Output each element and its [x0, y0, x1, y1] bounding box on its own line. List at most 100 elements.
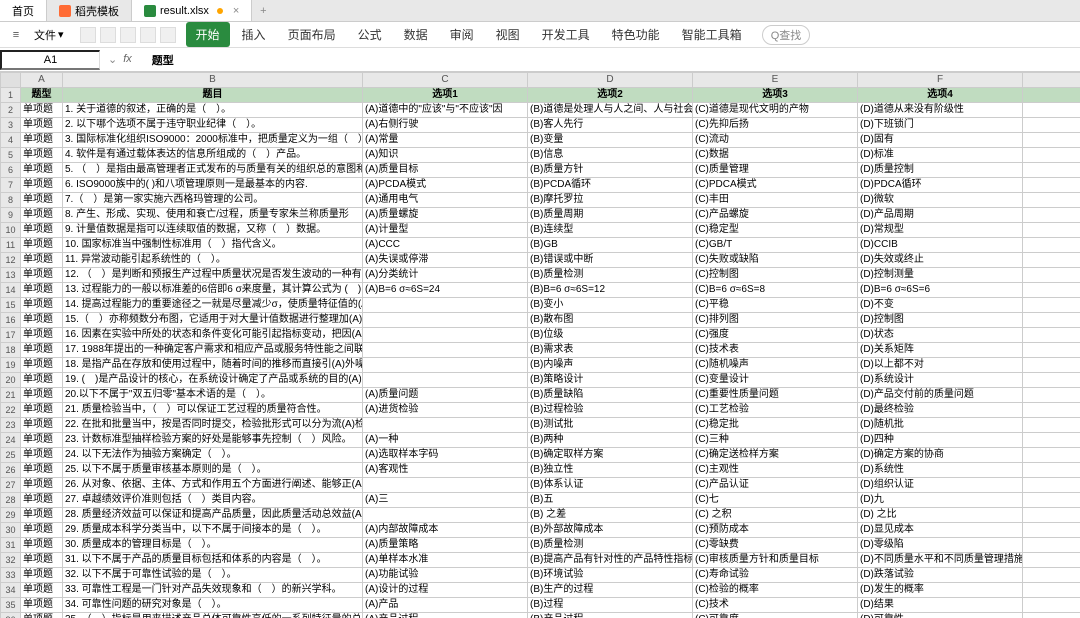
cell[interactable]: (B)错误或中断	[528, 253, 693, 268]
cell[interactable]	[363, 328, 528, 343]
cell[interactable]	[1023, 523, 1080, 538]
cell[interactable]: (C)质量管理	[693, 163, 858, 178]
row-header[interactable]: 13	[1, 268, 21, 283]
row-header[interactable]: 6	[1, 163, 21, 178]
cell[interactable]	[1023, 448, 1080, 463]
cell[interactable]: (B)两种	[528, 433, 693, 448]
cell[interactable]: (C)零缺费	[693, 538, 858, 553]
cell[interactable]: (C)稳定型	[693, 223, 858, 238]
cell[interactable]	[1023, 613, 1080, 618]
row-header[interactable]: 2	[1, 103, 21, 118]
cell[interactable]: 单项题	[21, 283, 63, 298]
row-header[interactable]: 36	[1, 613, 21, 618]
cell[interactable]: (A)右侧行驶	[363, 118, 528, 133]
cell[interactable]: (C)稳定批	[693, 418, 858, 433]
cell[interactable]: 单项题	[21, 463, 63, 478]
cell[interactable]: (C)强度	[693, 328, 858, 343]
cell[interactable]: 单项题	[21, 613, 63, 618]
fx-dropdown-icon[interactable]: ⌄	[108, 53, 117, 66]
cell[interactable]: (B)质量检测	[528, 538, 693, 553]
cell[interactable]: (D)可靠性	[858, 613, 1023, 618]
cell[interactable]: (C)预防成本	[693, 523, 858, 538]
cell[interactable]: 21. 质量检验当中，（ ）可以保证工艺过程的质量符合性。	[63, 403, 363, 418]
cell[interactable]: (B)提高产品有针对性的产品特性指标	[528, 553, 693, 568]
close-icon[interactable]: ×	[233, 5, 239, 17]
cell[interactable]: (D)标准	[858, 148, 1023, 163]
cell[interactable]: 23. 计数标准型抽样检验方案的好处是能够事先控制（ ）风险。	[63, 433, 363, 448]
cell[interactable]	[1023, 148, 1080, 163]
cell[interactable]	[1023, 403, 1080, 418]
cell[interactable]	[1023, 328, 1080, 343]
cell[interactable]	[1023, 208, 1080, 223]
cell[interactable]	[1023, 538, 1080, 553]
cell[interactable]: 单项题	[21, 223, 63, 238]
cell[interactable]: (A)一种	[363, 433, 528, 448]
cell[interactable]: (C)确定送检样方案	[693, 448, 858, 463]
cell[interactable]: (C)控制图	[693, 268, 858, 283]
cell[interactable]: (A)知识	[363, 148, 528, 163]
menu-features[interactable]: 特色功能	[602, 22, 670, 47]
cell[interactable]	[1023, 568, 1080, 583]
cell[interactable]	[1023, 268, 1080, 283]
cell[interactable]	[1023, 163, 1080, 178]
cell[interactable]	[1023, 118, 1080, 133]
cell[interactable]: (A)失误或停滞	[363, 253, 528, 268]
cell[interactable]: (C)寿命试验	[693, 568, 858, 583]
cell[interactable]: (B)GB	[528, 238, 693, 253]
cell[interactable]: 单项题	[21, 598, 63, 613]
header-cell[interactable]: 选项5	[1023, 88, 1080, 103]
cell[interactable]: (D)产品周期	[858, 208, 1023, 223]
cell[interactable]: (A)客观性	[363, 463, 528, 478]
cell[interactable]: 单项题	[21, 313, 63, 328]
cell[interactable]: (B)信息	[528, 148, 693, 163]
cell[interactable]: (C)检验的概率	[693, 583, 858, 598]
cell[interactable]: 18. 是指产品在存放和使用过程中，随着时间的推移而直接引(A)外噪声	[63, 358, 363, 373]
cell[interactable]: (C)技术	[693, 598, 858, 613]
cell[interactable]: 单项题	[21, 403, 63, 418]
cell[interactable]: 11. 异常波动能引起系统性的（ ）。	[63, 253, 363, 268]
cell[interactable]	[1023, 388, 1080, 403]
cell[interactable]: (A)产品	[363, 598, 528, 613]
cell[interactable]: (D)下班锁门	[858, 118, 1023, 133]
cell[interactable]: 单项题	[21, 208, 63, 223]
row-header[interactable]: 27	[1, 478, 21, 493]
new-tab-button[interactable]: +	[252, 0, 274, 21]
cell[interactable]: 14. 提高过程能力的重要途径之一就是尽量减少σ，使质量特征值的(A)变大	[63, 298, 363, 313]
header-cell[interactable]: 题目	[63, 88, 363, 103]
cell[interactable]: 单项题	[21, 433, 63, 448]
cell[interactable]: 单项题	[21, 448, 63, 463]
header-cell[interactable]: 选项2	[528, 88, 693, 103]
cell[interactable]: 25. 以下不属于质量审核基本原则的是（ ）。	[63, 463, 363, 478]
cell[interactable]: (A)常量	[363, 133, 528, 148]
cell[interactable]: (D)产品交付前的质量问题	[858, 388, 1023, 403]
cell[interactable]: (D)B=6 σ≈6S=6	[858, 283, 1023, 298]
cell[interactable]: (C)GB/T	[693, 238, 858, 253]
cell[interactable]	[363, 373, 528, 388]
col-header-C[interactable]: C	[363, 73, 528, 88]
cell[interactable]: (B)产品过程	[528, 613, 693, 618]
cell[interactable]: (C)主观性	[693, 463, 858, 478]
header-cell[interactable]: 题型	[21, 88, 63, 103]
row-header[interactable]: 10	[1, 223, 21, 238]
menu-review[interactable]: 审阅	[440, 22, 484, 47]
row-header[interactable]: 28	[1, 493, 21, 508]
cell[interactable]: (C)产品认证	[693, 478, 858, 493]
cell[interactable]	[1023, 358, 1080, 373]
row-header[interactable]: 31	[1, 538, 21, 553]
cell[interactable]: 24. 以下无法作为抽验方案确定（ ）。	[63, 448, 363, 463]
row-header[interactable]: 32	[1, 553, 21, 568]
preview-icon[interactable]	[120, 27, 136, 43]
cell[interactable]: (C)PDCA模式	[693, 178, 858, 193]
menu-hamburger-icon[interactable]: ≡	[6, 25, 26, 45]
cell[interactable]: 29. 质量成本科学分类当中，以下不属于间接本的是（ ）。	[63, 523, 363, 538]
redo-icon[interactable]	[160, 27, 176, 43]
cell[interactable]: (A)质量目标	[363, 163, 528, 178]
col-header-F[interactable]: F	[858, 73, 1023, 88]
menu-smarttools[interactable]: 智能工具箱	[672, 22, 752, 47]
cell[interactable]	[1023, 103, 1080, 118]
cell[interactable]: (B)散布图	[528, 313, 693, 328]
row-header[interactable]: 17	[1, 328, 21, 343]
cell[interactable]: (C)变量设计	[693, 373, 858, 388]
cell[interactable]: (B) 之差	[528, 508, 693, 523]
cell[interactable]	[363, 343, 528, 358]
